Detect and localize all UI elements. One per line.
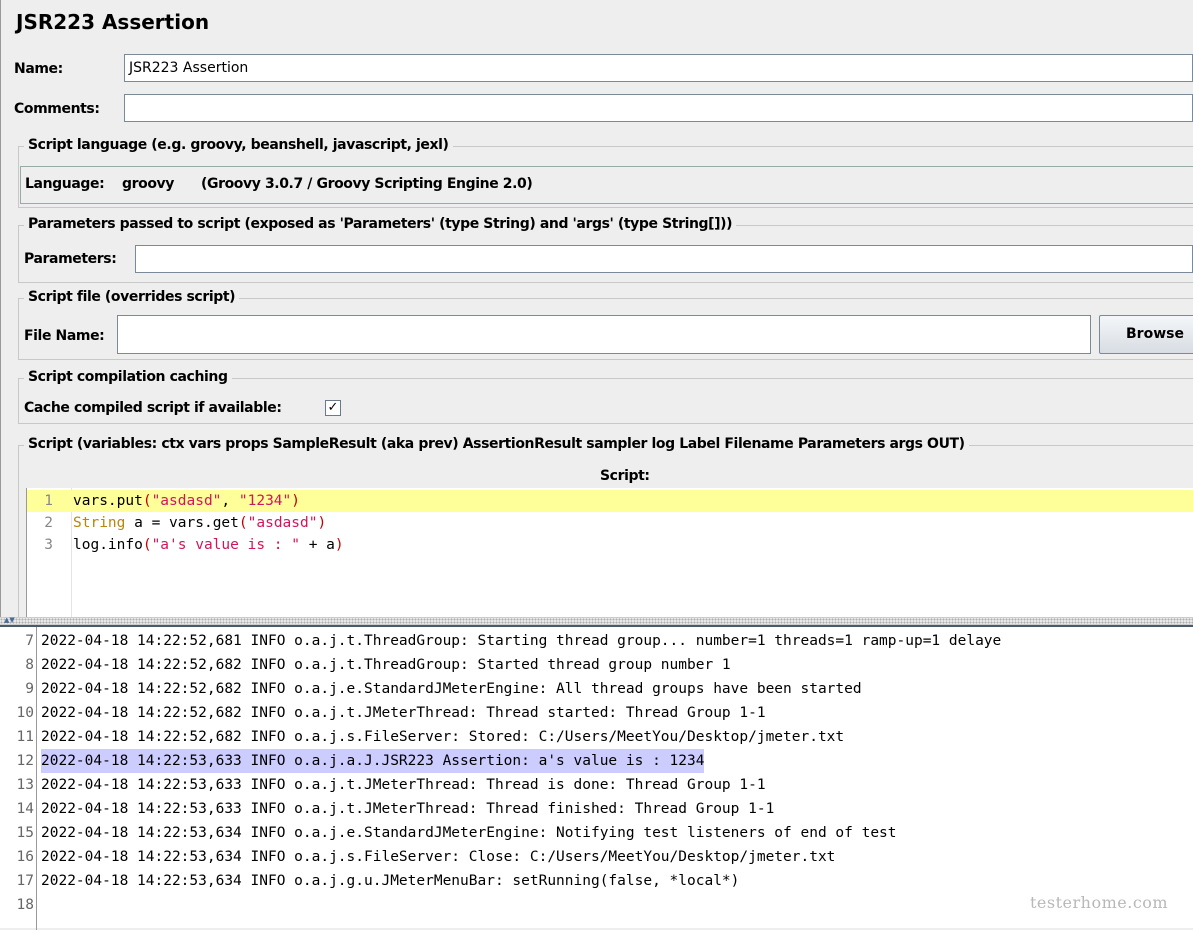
parameters-legend: Parameters passed to script (exposed as … bbox=[24, 216, 737, 232]
log-line: 15 2022-04-18 14:22:53,634 INFO o.a.j.e.S… bbox=[0, 821, 1193, 845]
log-line-text: 2022-04-18 14:22:53,634 INFO o.a.j.e.Sta… bbox=[41, 825, 897, 841]
log-line-number: 11 bbox=[16, 729, 34, 745]
script-editor[interactable]: 1 vars.put("asdasd", "1234") 2 String a = v… bbox=[26, 488, 1193, 617]
script-file-legend: Script file (overrides script) bbox=[24, 289, 240, 305]
name-label: Name: bbox=[14, 61, 63, 77]
log-line-text: 2022-04-18 14:22:53,633 INFO o.a.j.a.J.J… bbox=[41, 749, 705, 773]
script-code: String a = vars.get("asdasd") bbox=[73, 515, 327, 531]
name-field[interactable]: JSR223 Assertion bbox=[124, 54, 1193, 82]
line-number: 3 bbox=[44, 537, 53, 553]
script-line[interactable]: 1 vars.put("asdasd", "1234") bbox=[27, 490, 1193, 512]
log-line-number: 18 bbox=[16, 897, 34, 913]
cache-label: Cache compiled script if available: bbox=[24, 400, 282, 416]
log-line-text: 2022-04-18 14:22:52,682 INFO o.a.j.e.Sta… bbox=[41, 681, 862, 697]
language-engine: (Groovy 3.0.7 / Groovy Scripting Engine … bbox=[201, 176, 533, 192]
log-line-number: 14 bbox=[16, 801, 34, 817]
file-name-label: File Name: bbox=[24, 328, 105, 344]
language-value: groovy bbox=[122, 176, 175, 192]
log-line-text: 2022-04-18 14:22:53,633 INFO o.a.j.t.JMe… bbox=[41, 777, 766, 793]
jsr223-assertion-panel: JSR223 Assertion Name: JSR223 Assertion … bbox=[0, 0, 1193, 617]
watermark: testerhome.com bbox=[1030, 893, 1169, 912]
log-line-text: 2022-04-18 14:22:53,633 INFO o.a.j.t.JMe… bbox=[41, 801, 775, 817]
script-line[interactable]: 3 log.info("a's value is : " + a) bbox=[27, 534, 1193, 556]
log-line-number: 10 bbox=[16, 705, 34, 721]
language-box[interactable]: Language: groovy (Groovy 3.0.7 / Groovy … bbox=[20, 166, 1193, 204]
log-line-number: 15 bbox=[16, 825, 34, 841]
script-code: log.info("a's value is : " + a) bbox=[73, 537, 344, 553]
caching-legend: Script compilation caching bbox=[24, 369, 232, 385]
line-number: 2 bbox=[44, 515, 53, 531]
file-name-field[interactable] bbox=[117, 315, 1091, 354]
log-line: 11 2022-04-18 14:22:52,682 INFO o.a.j.s.F… bbox=[0, 725, 1193, 749]
log-line-text: 2022-04-18 14:22:53,634 INFO o.a.j.g.u.J… bbox=[41, 873, 740, 889]
script-legend: Script (variables: ctx vars props Sample… bbox=[24, 436, 969, 452]
log-line-number: 17 bbox=[16, 873, 34, 889]
page-title: JSR223 Assertion bbox=[16, 10, 210, 34]
log-line: 12 2022-04-18 14:22:53,633 INFO o.a.j.a.J… bbox=[0, 749, 1193, 773]
log-line-text: 2022-04-18 14:22:52,682 INFO o.a.j.t.JMe… bbox=[41, 705, 766, 721]
log-line-text: 2022-04-18 14:22:52,681 INFO o.a.j.t.Thr… bbox=[41, 633, 1002, 649]
language-label: Language: bbox=[25, 176, 105, 192]
log-line-number: 12 bbox=[16, 753, 34, 769]
cache-checkbox[interactable]: ✓ bbox=[325, 400, 341, 416]
log-line: 17 2022-04-18 14:22:53,634 INFO o.a.j.g.u… bbox=[0, 869, 1193, 893]
log-line-text: 2022-04-18 14:22:53,634 INFO o.a.j.s.Fil… bbox=[41, 849, 836, 865]
comments-field[interactable] bbox=[124, 94, 1193, 122]
script-line[interactable]: 2 String a = vars.get("asdasd") bbox=[27, 512, 1193, 534]
log-line: 18 bbox=[0, 893, 1193, 917]
script-code: vars.put("asdasd", "1234") bbox=[73, 493, 301, 509]
script-header: Script: bbox=[600, 468, 650, 484]
language-legend: Script language (e.g. groovy, beanshell,… bbox=[24, 137, 453, 153]
browse-button[interactable]: Browse bbox=[1099, 315, 1193, 354]
log-line: 16 2022-04-18 14:22:53,634 INFO o.a.j.s.F… bbox=[0, 845, 1193, 869]
splitter-arrows-icon[interactable]: ▲▼ bbox=[4, 616, 15, 624]
line-number: 1 bbox=[44, 493, 53, 509]
log-line-number: 7 bbox=[25, 633, 34, 649]
log-line: 7 2022-04-18 14:22:52,681 INFO o.a.j.t.Th… bbox=[0, 629, 1193, 653]
log-line-text: 2022-04-18 14:22:52,682 INFO o.a.j.t.Thr… bbox=[41, 657, 731, 673]
log-line-number: 9 bbox=[25, 681, 34, 697]
log-line-number: 8 bbox=[25, 657, 34, 673]
log-line: 14 2022-04-18 14:22:53,633 INFO o.a.j.t.J… bbox=[0, 797, 1193, 821]
panel-left-border bbox=[0, 0, 1, 617]
log-line: 13 2022-04-18 14:22:53,633 INFO o.a.j.t.J… bbox=[0, 773, 1193, 797]
split-pane-divider[interactable] bbox=[0, 617, 1193, 625]
log-line-number: 13 bbox=[16, 777, 34, 793]
log-line: 8 2022-04-18 14:22:52,682 INFO o.a.j.t.Th… bbox=[0, 653, 1193, 677]
comments-label: Comments: bbox=[14, 101, 100, 117]
log-line: 10 2022-04-18 14:22:52,682 INFO o.a.j.t.J… bbox=[0, 701, 1193, 725]
parameters-field[interactable] bbox=[135, 245, 1193, 273]
log-line-text: 2022-04-18 14:22:52,682 INFO o.a.j.s.Fil… bbox=[41, 729, 845, 745]
log-panel[interactable]: 7 2022-04-18 14:22:52,681 INFO o.a.j.t.Th… bbox=[0, 625, 1193, 930]
parameters-label: Parameters: bbox=[24, 251, 117, 267]
log-line: 9 2022-04-18 14:22:52,682 INFO o.a.j.e.St… bbox=[0, 677, 1193, 701]
log-line-number: 16 bbox=[16, 849, 34, 865]
